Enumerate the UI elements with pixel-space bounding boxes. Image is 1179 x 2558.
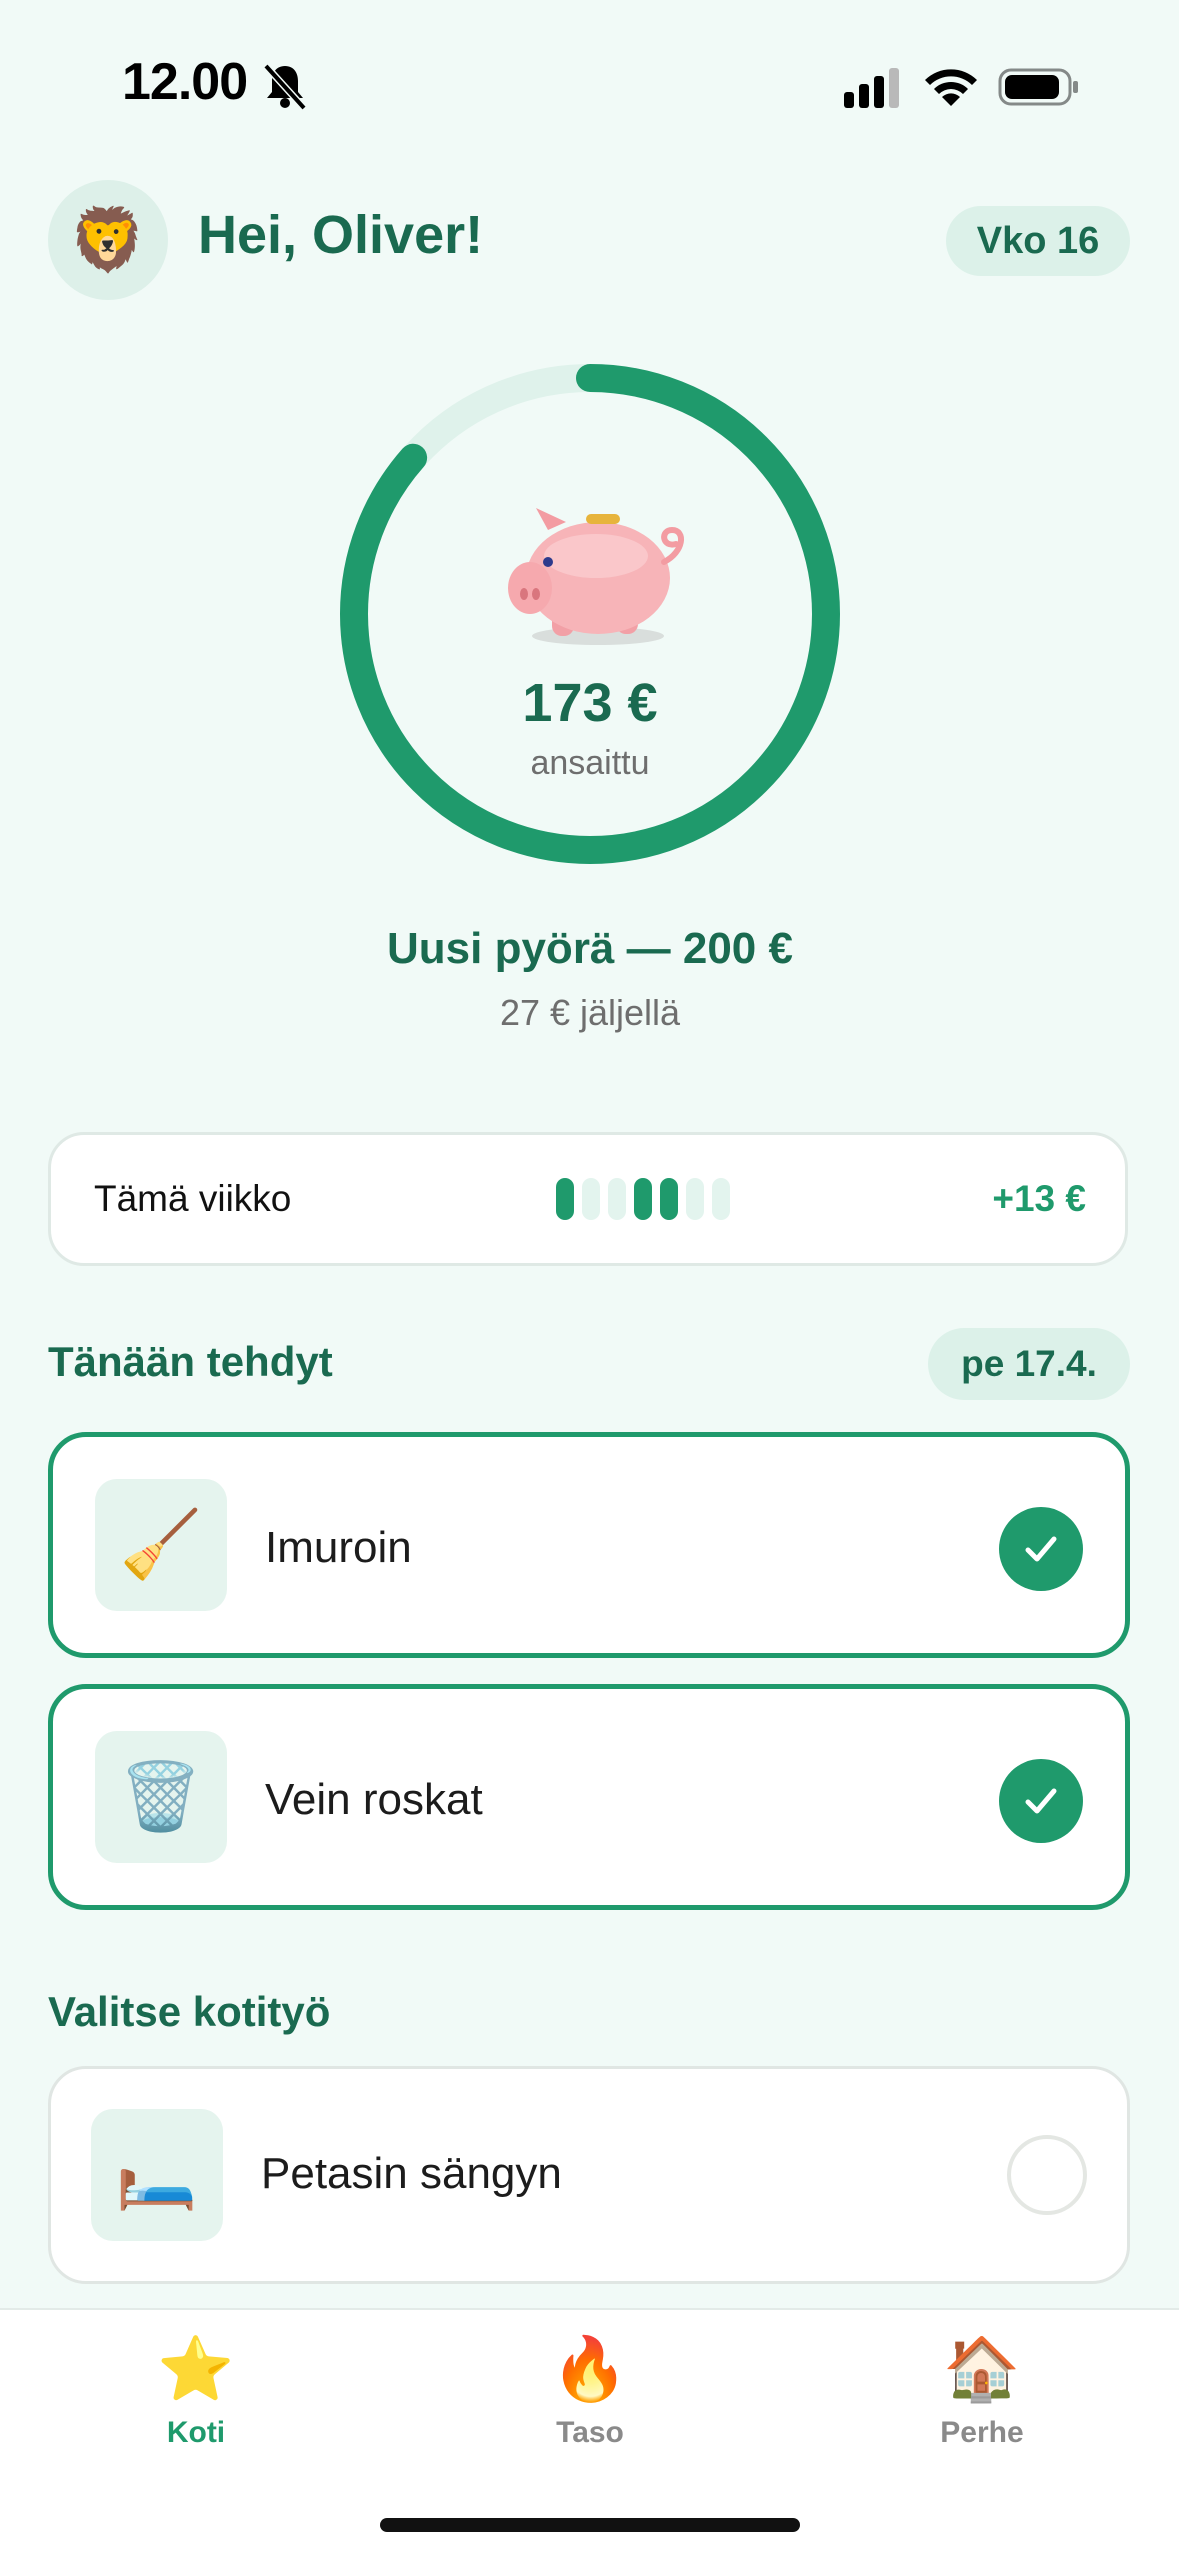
chore-select-radio[interactable]	[1007, 2135, 1087, 2215]
section-title-choose-chore: Valitse kotityö	[48, 1988, 331, 2035]
greeting: Hei, Oliver!	[198, 205, 484, 265]
home-indicator[interactable]	[380, 2518, 800, 2532]
tab-koti[interactable]: ⭐ Koti	[96, 2330, 296, 2450]
wastebasket-icon: 🗑️	[95, 1731, 227, 1863]
today-date-badge: pe 17.4.	[928, 1328, 1130, 1400]
battery-icon	[998, 68, 1078, 106]
cellular-signal-icon	[844, 68, 899, 108]
chore-label: Vein roskat	[265, 1775, 483, 1824]
chore-label: Imuroin	[265, 1523, 412, 1572]
tab-label: Perhe	[940, 2416, 1024, 2449]
earned-amount: 173 €	[522, 673, 658, 733]
week-day-bar	[556, 1178, 574, 1220]
chore-card-petasin-sangyn[interactable]: 🛏️ Petasin sängyn	[48, 2066, 1130, 2284]
tab-perhe[interactable]: 🏠 Perhe	[882, 2330, 1082, 2450]
piggy-bank-icon	[508, 508, 684, 645]
week-day-bar	[634, 1178, 652, 1220]
earned-label: ansaittu	[530, 744, 650, 782]
bed-icon: 🛏️	[91, 2109, 223, 2241]
weekly-day-bars	[556, 1178, 730, 1222]
checkmark-icon[interactable]	[999, 1759, 1083, 1843]
star-icon: ⭐	[157, 2335, 235, 2404]
section-title-today: Tänään tehdyt	[48, 1338, 333, 1385]
checkmark-icon[interactable]	[999, 1507, 1083, 1591]
week-day-bar	[686, 1178, 704, 1220]
tab-label: Koti	[166, 2416, 226, 2449]
wifi-icon	[925, 69, 977, 106]
chore-card-vein-roskat[interactable]: 🗑️ Vein roskat	[48, 1684, 1130, 1910]
weekly-earnings-delta: +13 €	[992, 1178, 1086, 1219]
week-day-bar	[712, 1178, 730, 1220]
house-icon: 🏠	[943, 2335, 1021, 2404]
chore-label: Petasin sängyn	[261, 2149, 562, 2198]
chore-card-imuroin[interactable]: 🧹 Imuroin	[48, 1432, 1130, 1658]
week-day-bar	[660, 1178, 678, 1220]
fire-icon: 🔥	[551, 2335, 629, 2404]
week-day-bar	[608, 1178, 626, 1220]
savings-goal-remaining: 27 € jäljellä	[499, 992, 681, 1033]
savings-goal-title[interactable]: Uusi pyörä — 200 €	[240, 924, 940, 974]
week-badge: Vko 16	[946, 206, 1130, 276]
status-time: 12.00	[122, 53, 248, 111]
weekly-summary-label: Tämä viikko	[94, 1178, 292, 1219]
tab-label: Taso	[556, 2416, 624, 2449]
bell-slash-icon	[263, 63, 307, 110]
broom-icon: 🧹	[95, 1479, 227, 1611]
tab-taso[interactable]: 🔥 Taso	[490, 2330, 690, 2450]
week-day-bar	[582, 1178, 600, 1220]
avatar[interactable]: 🦁	[48, 180, 168, 300]
